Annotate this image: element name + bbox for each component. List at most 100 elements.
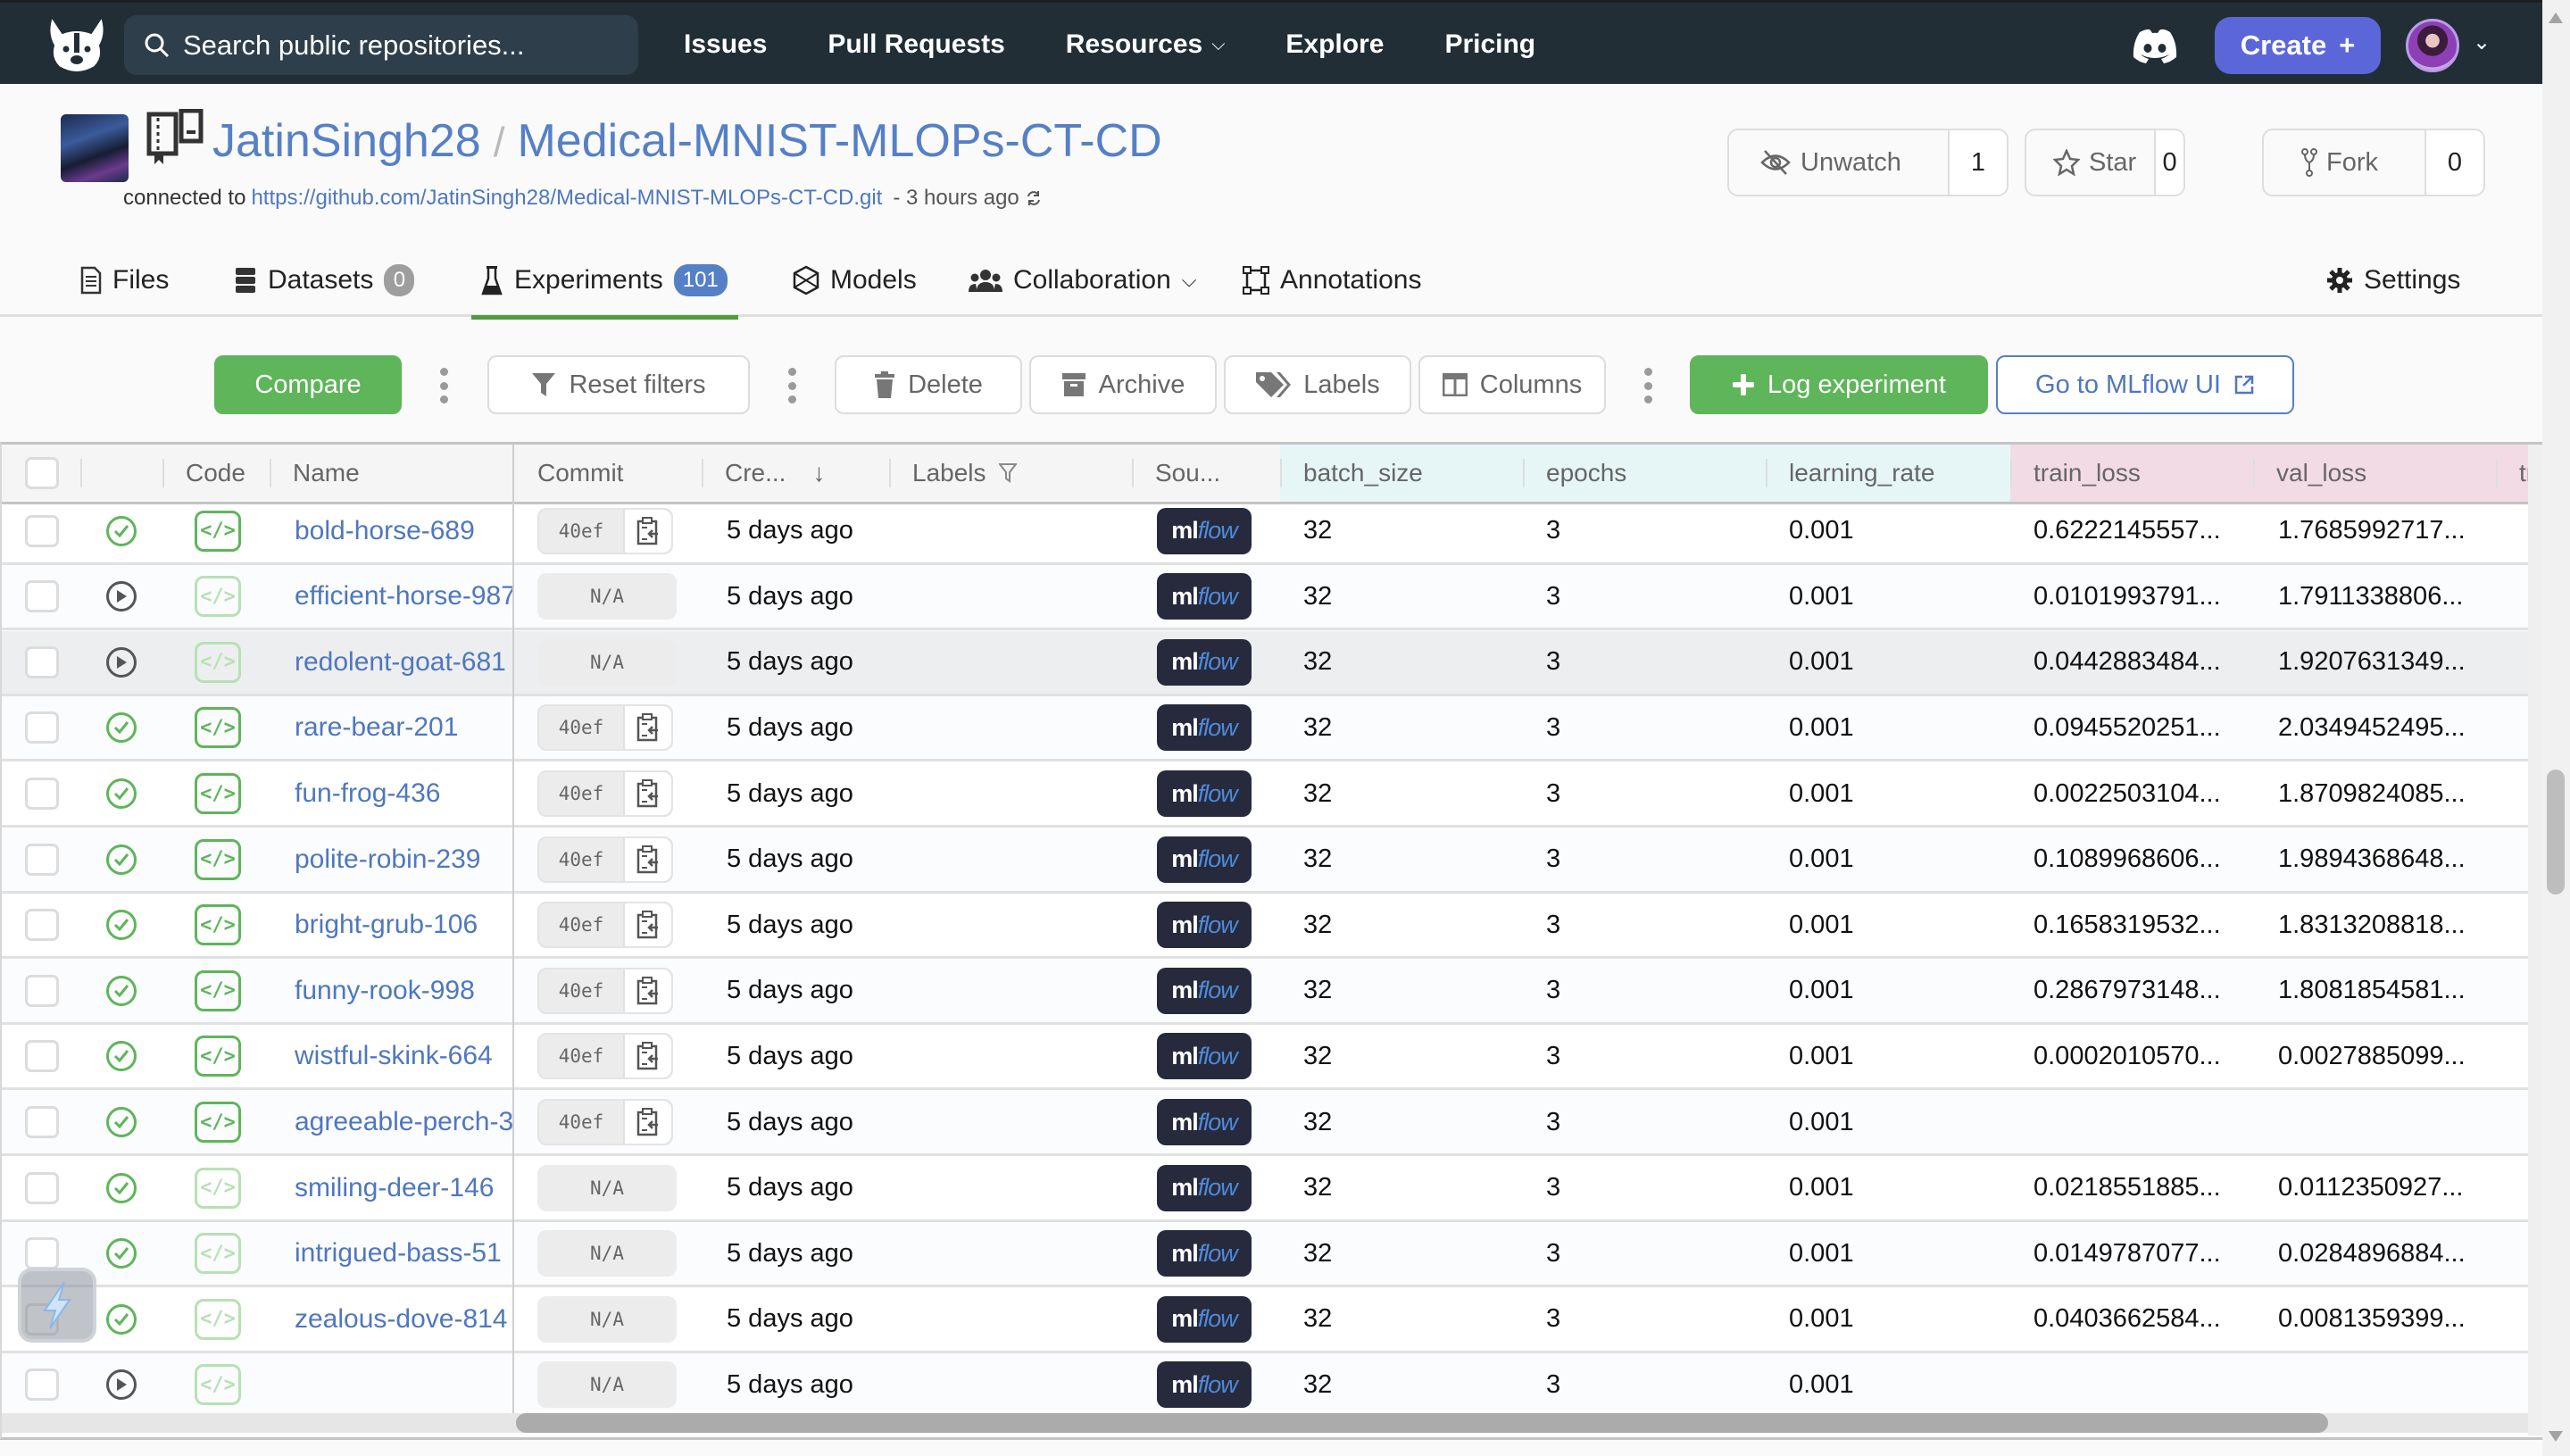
watch-count[interactable]: 1 bbox=[1948, 130, 2007, 195]
commit-sha[interactable]: 40ef bbox=[539, 1101, 623, 1144]
select-all-checkbox[interactable] bbox=[25, 457, 59, 489]
status-column-header[interactable] bbox=[80, 445, 161, 502]
mlflow-source-badge[interactable]: mlflow bbox=[1157, 1099, 1252, 1145]
code-icon[interactable]: </> bbox=[195, 904, 241, 946]
copy-commit-icon[interactable] bbox=[623, 772, 671, 815]
epochs-column-header[interactable]: epochs bbox=[1523, 445, 1766, 502]
row-checkbox[interactable] bbox=[25, 645, 59, 678]
mlflow-source-badge[interactable]: mlflow bbox=[1157, 507, 1252, 554]
table-row[interactable]: </> redolent-goat-681 N/A 5 days ago ml flow 3… bbox=[2, 630, 2528, 696]
mlflow-source-badge[interactable]: mlflow bbox=[1157, 638, 1252, 686]
row-checkbox[interactable] bbox=[25, 1171, 59, 1204]
experiment-name-link[interactable]: redolent-goat-681 bbox=[295, 647, 506, 678]
filter-outline-icon[interactable] bbox=[998, 463, 1017, 483]
mlflow-source-badge[interactable]: mlflow bbox=[1157, 836, 1252, 883]
code-icon[interactable]: </> bbox=[195, 707, 241, 749]
row-checkbox[interactable] bbox=[25, 909, 59, 942]
created-column-header[interactable]: Cre... ↓ bbox=[702, 445, 889, 502]
unwatch-button[interactable]: Unwatch bbox=[1729, 130, 1948, 195]
table-row[interactable]: </> bright-grub-106 40ef 5 days ago ml flow 32… bbox=[2, 894, 2528, 960]
experiment-name-link[interactable]: intrigued-bass-51 bbox=[295, 1238, 502, 1269]
commit-sha[interactable]: 40ef bbox=[539, 510, 623, 553]
discord-icon[interactable] bbox=[2131, 27, 2179, 64]
page-scrollbar-thumb[interactable] bbox=[2547, 770, 2565, 894]
code-icon[interactable]: </> bbox=[195, 1036, 241, 1077]
fork-count[interactable]: 0 bbox=[2424, 130, 2483, 195]
experiment-name-link[interactable]: zealous-dove-814 bbox=[295, 1304, 508, 1335]
github-link[interactable]: https://github.com/JatinSingh28/Medical-… bbox=[251, 186, 882, 211]
copy-commit-icon[interactable] bbox=[623, 1035, 671, 1078]
mlflow-source-badge[interactable]: mlflow bbox=[1157, 1295, 1252, 1343]
experiment-name-link[interactable]: agreeable-perch-36 bbox=[295, 1107, 512, 1137]
table-row[interactable]: </> wistful-skink-664 40ef 5 days ago ml flow… bbox=[2, 1025, 2528, 1091]
code-icon[interactable]: </> bbox=[195, 1102, 241, 1143]
experiment-name-link[interactable]: polite-robin-239 bbox=[295, 844, 480, 875]
table-row[interactable]: </> efficient-horse-987 N/A 5 days ago ml flo… bbox=[2, 565, 2528, 631]
code-icon[interactable]: </> bbox=[195, 1298, 241, 1340]
table-row[interactable]: </> agreeable-perch-36 40ef 5 days ago ml flo… bbox=[2, 1091, 2528, 1156]
name-column-header[interactable]: Name bbox=[270, 445, 512, 502]
mlflow-source-badge[interactable]: mlflow bbox=[1157, 967, 1252, 1014]
experiment-name-link[interactable]: funny-rook-998 bbox=[295, 976, 475, 1006]
copy-commit-icon[interactable] bbox=[623, 1101, 671, 1144]
reset-filters-button[interactable]: Reset filters bbox=[487, 355, 750, 414]
table-row[interactable]: </> polite-robin-239 40ef 5 days ago ml flow 3… bbox=[2, 828, 2528, 894]
mlflow-source-badge[interactable]: mlflow bbox=[1157, 902, 1252, 949]
horizontal-scrollbar-thumb[interactable] bbox=[516, 1413, 2328, 1433]
nav-resources[interactable]: Resources ⌵ bbox=[1066, 29, 1226, 60]
table-row[interactable]: </> intrigued-bass-51 N/A 5 days ago ml flow 3… bbox=[2, 1222, 2528, 1288]
copy-commit-icon[interactable] bbox=[623, 837, 671, 881]
chevron-down-icon[interactable]: ⌄ bbox=[2473, 29, 2491, 55]
code-icon[interactable]: </> bbox=[195, 576, 241, 618]
row-checkbox[interactable] bbox=[25, 580, 59, 613]
go-to-mlflow-button[interactable]: Go to MLflow UI bbox=[1996, 355, 2294, 414]
experiment-name-link[interactable]: bold-horse-689 bbox=[295, 516, 475, 546]
val-loss-column-header[interactable]: val_loss bbox=[2253, 445, 2496, 502]
mlflow-source-badge[interactable]: mlflow bbox=[1157, 1361, 1252, 1409]
tab-collaboration[interactable]: Collaboration ⌵ bbox=[969, 243, 1196, 317]
fork-button[interactable]: Fork bbox=[2264, 130, 2424, 195]
create-button[interactable]: Create + bbox=[2215, 17, 2381, 74]
mlflow-source-badge[interactable]: mlflow bbox=[1157, 573, 1252, 620]
code-column-header[interactable]: Code bbox=[162, 445, 270, 502]
scroll-down-arrow-icon[interactable] bbox=[2549, 1431, 2563, 1442]
row-checkbox[interactable] bbox=[25, 1369, 59, 1402]
code-icon[interactable]: </> bbox=[195, 641, 241, 683]
more-options-icon[interactable] bbox=[1643, 368, 1653, 404]
dagshub-logo-icon[interactable] bbox=[43, 13, 111, 74]
mlflow-source-badge[interactable]: mlflow bbox=[1157, 1230, 1252, 1277]
tab-files[interactable]: Files bbox=[80, 243, 169, 317]
commit-sha[interactable]: 40ef bbox=[539, 903, 623, 946]
user-avatar[interactable] bbox=[2406, 19, 2459, 72]
row-checkbox[interactable] bbox=[25, 1106, 59, 1138]
tab-datasets[interactable]: Datasets 0 bbox=[234, 243, 415, 317]
code-icon[interactable]: </> bbox=[195, 773, 241, 814]
commit-sha[interactable]: 40ef bbox=[539, 772, 623, 815]
more-options-icon[interactable] bbox=[786, 368, 797, 404]
page-scrollbar[interactable] bbox=[2542, 0, 2570, 1456]
row-checkbox[interactable] bbox=[25, 1237, 59, 1270]
commit-column-header[interactable]: Commit bbox=[537, 445, 702, 502]
experiment-name-link[interactable]: efficient-horse-987 bbox=[295, 581, 512, 612]
nav-explore[interactable]: Explore bbox=[1285, 29, 1384, 60]
tab-experiments[interactable]: Experiments 101 bbox=[471, 243, 738, 320]
copy-commit-icon[interactable] bbox=[623, 706, 671, 750]
row-checkbox[interactable] bbox=[25, 778, 59, 810]
delete-button[interactable]: Delete bbox=[835, 355, 1022, 414]
columns-button[interactable]: Columns bbox=[1418, 355, 1606, 414]
row-checkbox[interactable] bbox=[25, 974, 59, 1007]
nav-issues[interactable]: Issues bbox=[684, 29, 767, 60]
table-row[interactable]: </> funny-rook-998 40ef 5 days ago ml flow 32 3… bbox=[2, 959, 2528, 1025]
table-row[interactable]: </> smiling-deer-146 N/A 5 days ago ml flow 32… bbox=[2, 1156, 2528, 1222]
repo-name-link[interactable]: Medical-MNIST-MLOPs-CT-CD bbox=[517, 114, 1161, 168]
more-options-icon[interactable] bbox=[438, 368, 449, 404]
batch-size-column-header[interactable]: batch_size bbox=[1280, 445, 1523, 502]
table-row[interactable]: </> rare-bear-201 40ef 5 days ago ml flow 32 3 0… bbox=[2, 696, 2528, 762]
table-row[interactable]: </> bold-horse-689 40ef 5 days ago ml flow 32 3… bbox=[2, 499, 2528, 565]
scroll-up-arrow-icon[interactable] bbox=[2549, 12, 2563, 23]
code-icon[interactable]: </> bbox=[195, 1364, 241, 1406]
code-icon[interactable]: </> bbox=[195, 1167, 241, 1209]
code-icon[interactable]: </> bbox=[195, 969, 241, 1011]
archive-button[interactable]: Archive bbox=[1029, 355, 1217, 414]
experiment-name-link[interactable]: bright-grub-106 bbox=[295, 910, 478, 940]
